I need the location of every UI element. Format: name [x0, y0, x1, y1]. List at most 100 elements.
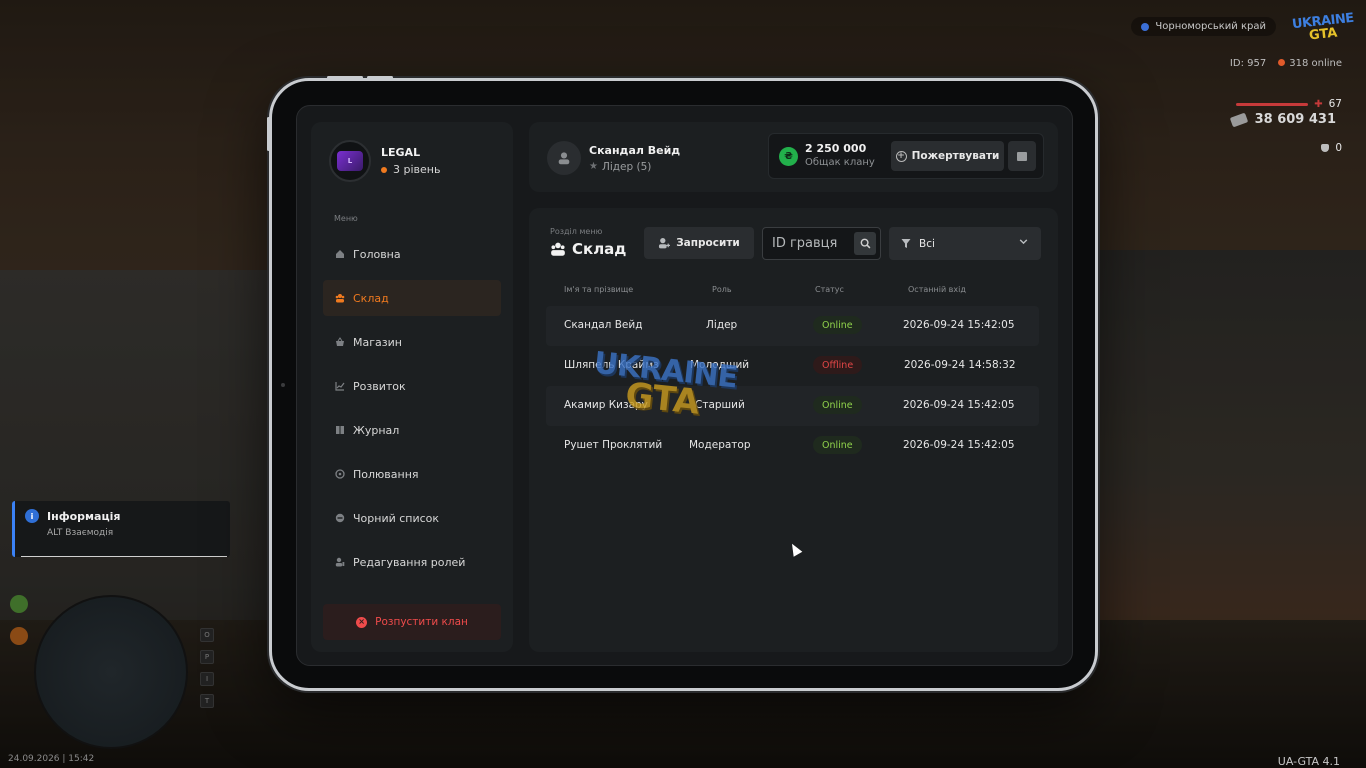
sidebar-item-label: Склад — [353, 291, 389, 305]
table-row[interactable]: Рушет Проклятий Модератор Online 2026-09… — [546, 426, 1039, 466]
sidebar-item-journal[interactable]: Журнал — [323, 412, 501, 448]
online-icon — [1278, 59, 1286, 66]
game-version: UA-GTA 4.1 — [1277, 755, 1340, 768]
sidebar-item-edit-roles[interactable]: Редагування ролей — [323, 544, 501, 580]
member-name: Акамир Кизару — [564, 399, 648, 411]
sidebar-item-development[interactable]: Розвиток — [323, 368, 501, 404]
money-value: 38 609 431 — [1254, 112, 1336, 127]
member-name: Рушет Проклятий — [564, 439, 663, 451]
member-last-login: 2026-09-24 15:42:05 — [903, 319, 1015, 331]
sidebar-item-label: Магазин — [353, 335, 402, 349]
clan-logo-icon: L — [337, 151, 363, 171]
leader-info: Скандал Вейд ★ Лідер (5) — [547, 141, 680, 175]
thirst-icon — [10, 627, 28, 645]
table-row[interactable]: Шляпель Краймз Молодший Offline 2026-09-… — [546, 346, 1039, 386]
status-badge: Online — [813, 316, 862, 334]
dissolve-clan-label: Розпустити клан — [375, 616, 468, 628]
info-icon: i — [25, 509, 39, 523]
clan-level: 3 рівень — [381, 163, 440, 176]
sidebar-item-shop[interactable]: Магазин — [323, 324, 501, 360]
leader-avatar — [547, 141, 581, 175]
level-dot-icon — [381, 166, 387, 173]
section-caption: Розділ меню — [550, 227, 603, 236]
sidebar-item-label: Розвиток — [353, 379, 406, 393]
invite-label: Запросити — [676, 237, 740, 249]
armor-row: 0 — [1321, 128, 1342, 168]
clan-avatar: L — [329, 140, 371, 182]
table-row[interactable]: Скандал Вейд Лідер Online 2026-09-24 15:… — [546, 306, 1039, 346]
column-header-name: Ім'я та прізвище — [564, 285, 634, 294]
menu-caption: Меню — [334, 214, 358, 223]
clan-sidebar: L LEGAL 3 рівень Меню Головна Склад Мага… — [311, 122, 513, 652]
clan-name: LEGAL — [381, 146, 421, 159]
chevron-down-icon — [1019, 239, 1028, 245]
sidebar-item-warehouse[interactable]: Склад — [323, 280, 501, 316]
members-table: Скандал Вейд Лідер Online 2026-09-24 15:… — [546, 306, 1039, 466]
dissolve-clan-button[interactable]: × Розпустити клан — [323, 604, 501, 640]
hotkey-hints: O P I T — [200, 628, 214, 708]
sidebar-item-hunting[interactable]: Полювання — [323, 456, 501, 492]
clan-level-label: 3 рівень — [393, 163, 441, 176]
search-button[interactable] — [854, 232, 876, 255]
hud-player-info: ID: 957 318 online — [1230, 58, 1342, 69]
hotkey-i: I — [200, 672, 214, 686]
column-header-last-login: Останній вхід — [908, 285, 966, 294]
column-header-role: Роль — [712, 285, 732, 294]
sidebar-menu: Головна Склад Магазин Розвиток Журнал По… — [323, 236, 501, 588]
user-edit-icon — [335, 557, 345, 567]
game-datetime: 24.09.2026 | 15:42 — [8, 754, 95, 764]
section-title-label: Склад — [572, 240, 627, 258]
member-role: Молодший — [690, 359, 750, 371]
sidebar-item-home[interactable]: Головна — [323, 236, 501, 272]
invite-button[interactable]: Запросити — [644, 227, 754, 259]
status-badge: Offline — [813, 356, 863, 374]
hotkey-o: O — [200, 628, 214, 642]
table-row[interactable]: Акамир Кизару Старший Online 2026-09-24 … — [546, 386, 1039, 426]
bank-amount: 2 250 000 — [805, 142, 867, 155]
member-role: Старший — [695, 399, 745, 411]
search-icon — [860, 238, 870, 249]
hotkey-p: P — [200, 650, 214, 664]
users-icon — [551, 242, 565, 256]
sidebar-item-label: Полювання — [353, 467, 419, 481]
info-header: i Інформація — [25, 509, 220, 523]
leader-name: Скандал Вейд — [589, 143, 681, 157]
sidebar-item-label: Головна — [353, 247, 401, 261]
column-header-status: Статус — [815, 285, 844, 294]
hunger-icon — [10, 595, 28, 613]
role-filter-select[interactable]: Всі — [889, 227, 1041, 260]
member-role: Лідер — [706, 319, 738, 331]
tablet-camera — [281, 383, 285, 387]
clan-topbar: Скандал Вейд ★ Лідер (5) ₴ 2 250 000 Общ… — [529, 122, 1058, 192]
section-title: Склад — [550, 240, 626, 258]
server-logo-line2: GTA — [1308, 25, 1338, 44]
block-icon — [335, 513, 345, 523]
health-bar — [1236, 102, 1309, 106]
clan-bank: ₴ 2 250 000 Общак клану + Пожертвувати — [768, 133, 1044, 179]
donate-button[interactable]: + Пожертвувати — [891, 141, 1004, 171]
armor-value: 0 — [1335, 142, 1342, 154]
minimap-status-icons — [10, 595, 28, 645]
member-last-login: 2026-09-24 15:42:05 — [903, 439, 1015, 451]
player-id-input[interactable] — [763, 228, 851, 259]
cash-icon — [1229, 112, 1248, 127]
heart-icon: ✚ — [1314, 98, 1323, 110]
star-icon: ★ — [589, 161, 598, 172]
plus-circle-icon: + — [895, 150, 907, 162]
member-name: Скандал Вейд — [564, 319, 643, 331]
filter-value: Всі — [919, 237, 935, 250]
bank-history-button[interactable] — [1008, 141, 1036, 171]
sidebar-item-label: Редагування ролей — [353, 555, 466, 569]
region-icon — [1141, 22, 1150, 31]
close-circle-icon: × — [356, 616, 368, 628]
key-icon: P — [200, 650, 214, 664]
server-logo: UKRAINE GTA — [1291, 10, 1354, 46]
bank-label: Общак клану — [805, 157, 875, 168]
sidebar-item-label: Чорний список — [353, 511, 440, 525]
online-count-wrap: 318 online — [1278, 58, 1342, 69]
player-id: ID: 957 — [1229, 58, 1267, 69]
online-count: 318 online — [1289, 58, 1342, 69]
sidebar-item-blacklist[interactable]: Чорний список — [323, 500, 501, 536]
user-icon — [558, 152, 570, 165]
hud-region: Чорноморський край — [1131, 17, 1276, 36]
